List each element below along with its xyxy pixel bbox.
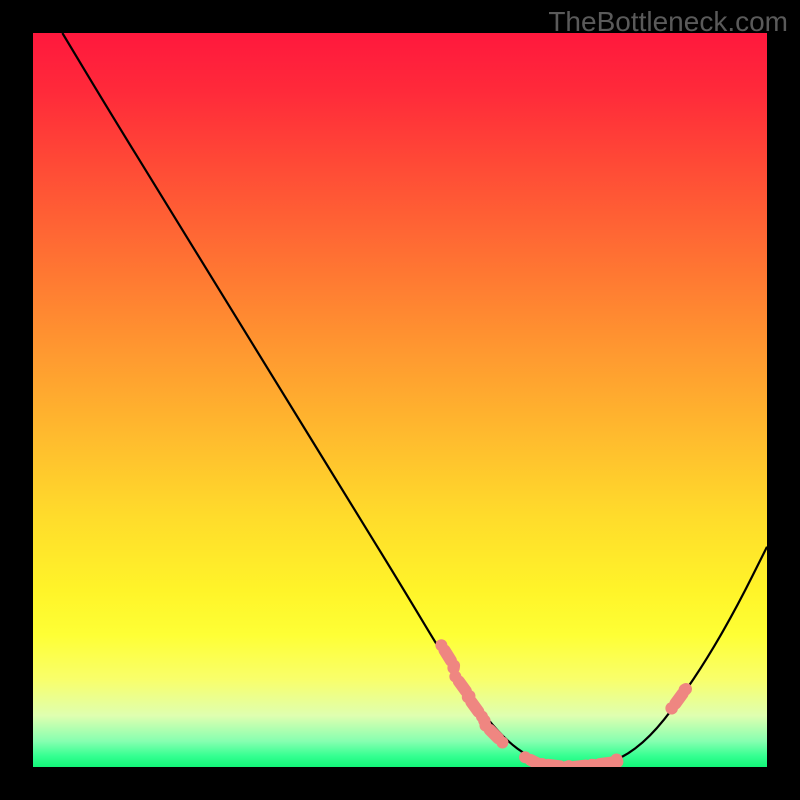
data-markers [435, 639, 692, 767]
marker-pill-cap [435, 639, 447, 651]
marker-pill-cap [462, 691, 474, 703]
watermark-text: TheBottleneck.com [548, 6, 788, 38]
marker-dot [679, 684, 691, 696]
chart-svg [33, 33, 767, 767]
marker-dot [610, 753, 622, 765]
marker-pill-cap [519, 751, 531, 763]
curve-line [62, 33, 767, 767]
marker-pill-cap [449, 671, 461, 683]
marker-pill-cap [479, 719, 491, 731]
marker-pill-cap [666, 702, 678, 714]
chart-plot-area [33, 33, 767, 767]
marker-pill-cap [496, 736, 508, 748]
